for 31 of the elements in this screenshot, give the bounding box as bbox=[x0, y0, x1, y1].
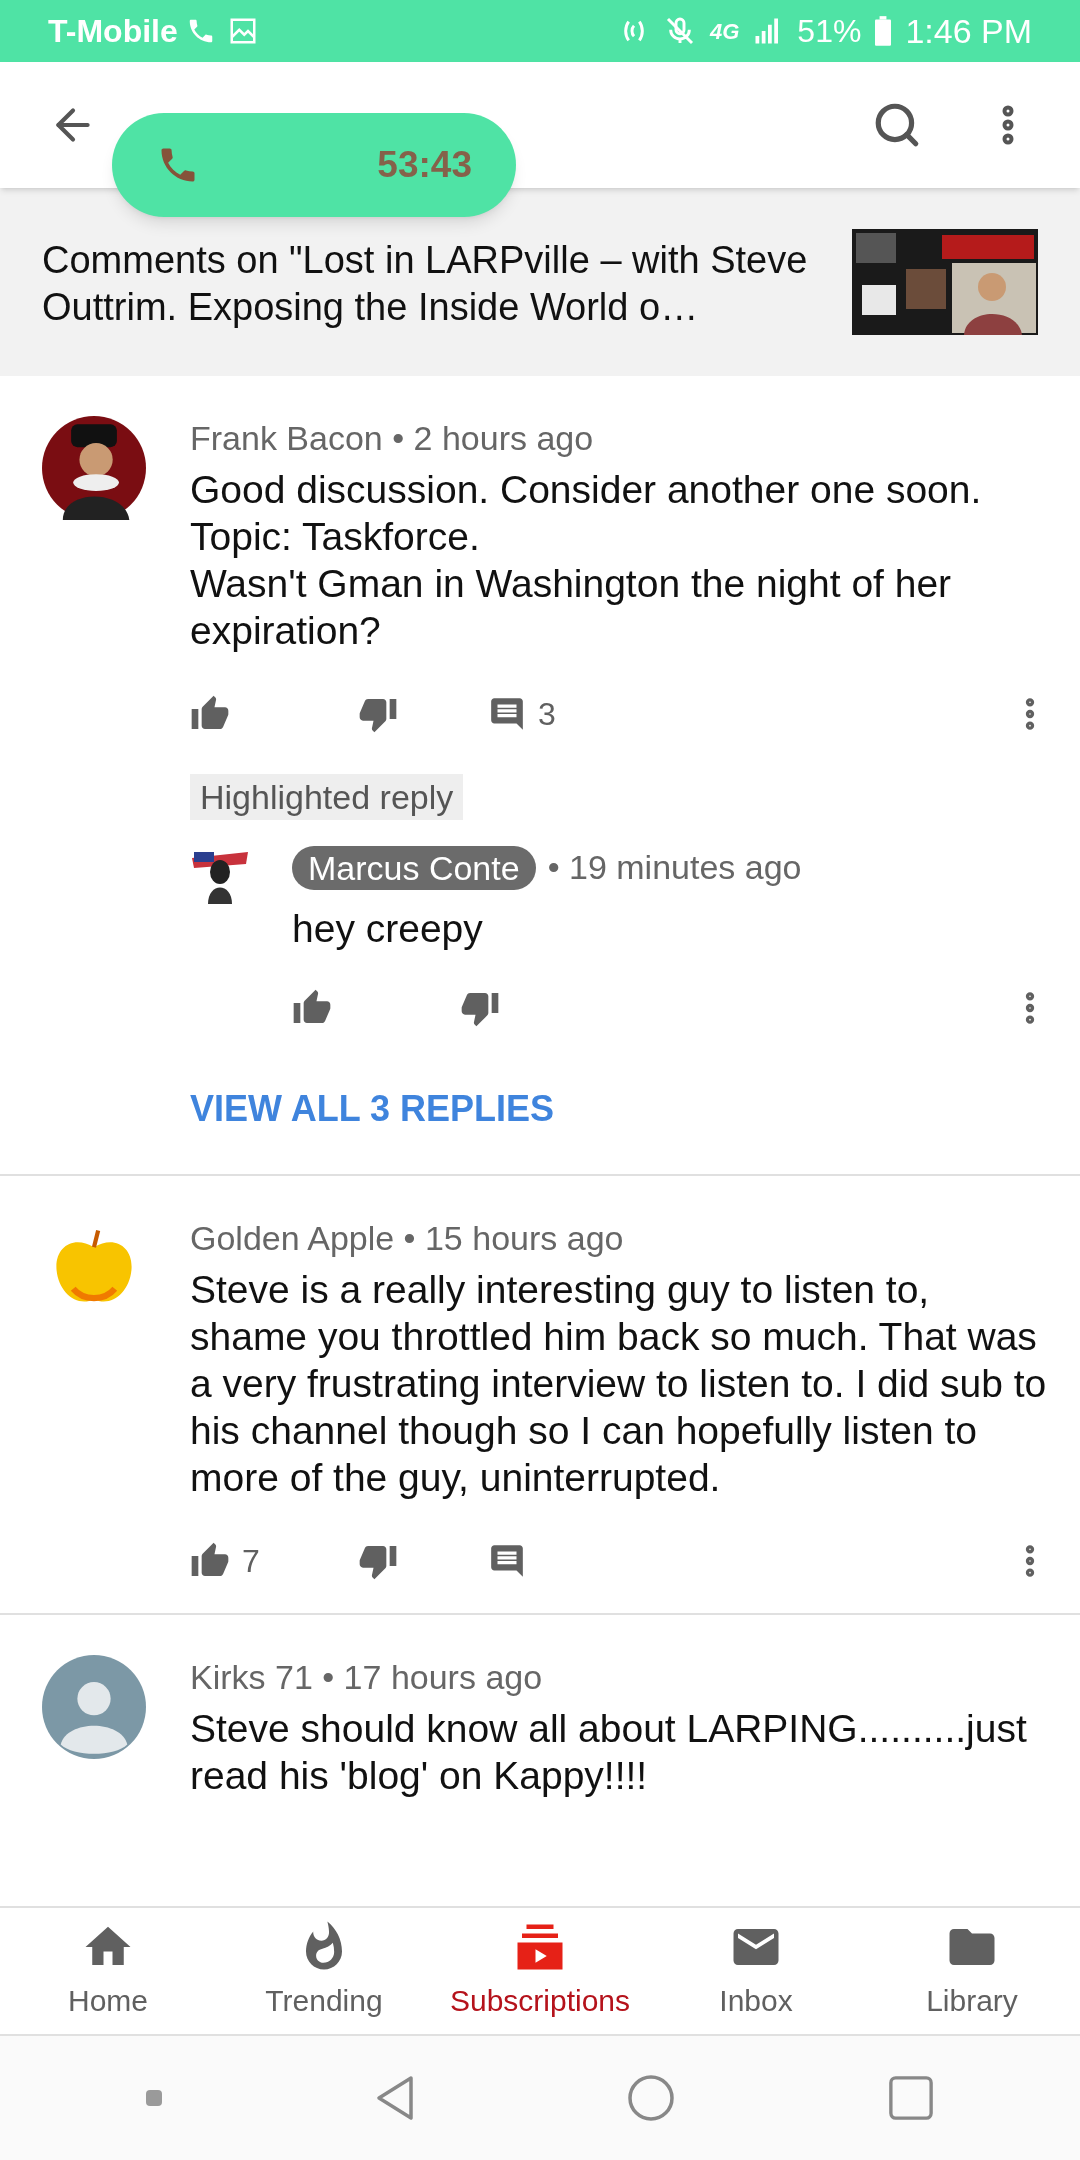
nav-tab[interactable]: Subscriptions bbox=[432, 1908, 648, 2034]
reply-time: • 19 minutes ago bbox=[547, 847, 802, 888]
comment-text: Good discussion. Consider another one soon. Topic: Taskforce. Wasn't Gman in Washington the night of her expiration? bbox=[190, 467, 983, 654]
call-duration: 53:43 bbox=[377, 143, 472, 188]
comment-meta: Kirks 71 • 17 hours ago bbox=[190, 1657, 544, 1698]
avatar-portrait-drawing[interactable] bbox=[42, 416, 146, 520]
comment-text: Steve is a really interesting guy to listen to, shame you throttled him back so much. That was a very frustrating interview to listen to. I did sub to his channel though so I can hopefully listen to more of the guy, uninterrupted. bbox=[190, 1267, 1048, 1501]
nav-tab[interactable]: Inbox bbox=[648, 1908, 864, 2034]
battery-icon bbox=[875, 16, 892, 46]
comment-meta: Golden Apple • 15 hours ago bbox=[190, 1218, 625, 1259]
battery-percent: 51% bbox=[797, 12, 862, 51]
reply-count: 3 bbox=[538, 695, 556, 734]
call-pill[interactable]: 53:43 bbox=[112, 113, 516, 217]
carrier-name: T-Mobile bbox=[48, 12, 178, 51]
video-title[interactable]: Comments on "Lost in LARPville – with Steve Outtrim. Exposing the Inside World o… bbox=[42, 233, 828, 331]
nav-tab[interactable]: Library bbox=[864, 1908, 1080, 2034]
comment-meta: Frank Bacon • 2 hours ago bbox=[190, 418, 595, 459]
nav-tab[interactable]: Trending bbox=[216, 1908, 432, 2034]
reply-author[interactable]: Marcus Conte bbox=[292, 845, 536, 890]
like-count: 7 bbox=[242, 1542, 260, 1581]
network-label: 4G bbox=[709, 17, 740, 46]
home-circle-icon[interactable] bbox=[627, 2074, 676, 2122]
comment-text: Steve should know all about LARPING..........just read his 'blog' on Kappy!!!! bbox=[190, 1706, 1028, 1799]
nav-tab[interactable]: Home bbox=[0, 1908, 216, 2034]
reply-text: hey creepy bbox=[292, 906, 484, 952]
recents-square-icon[interactable] bbox=[887, 2075, 934, 2121]
default-avatar-icon[interactable] bbox=[42, 1655, 146, 1759]
view-replies-link[interactable]: VIEW ALL 3 REPLIES bbox=[190, 1088, 555, 1129]
clock: 1:46 PM bbox=[905, 10, 1032, 52]
back-triangle-icon[interactable] bbox=[374, 2074, 415, 2122]
highlighted-reply-label: Highlighted reply bbox=[190, 774, 464, 820]
